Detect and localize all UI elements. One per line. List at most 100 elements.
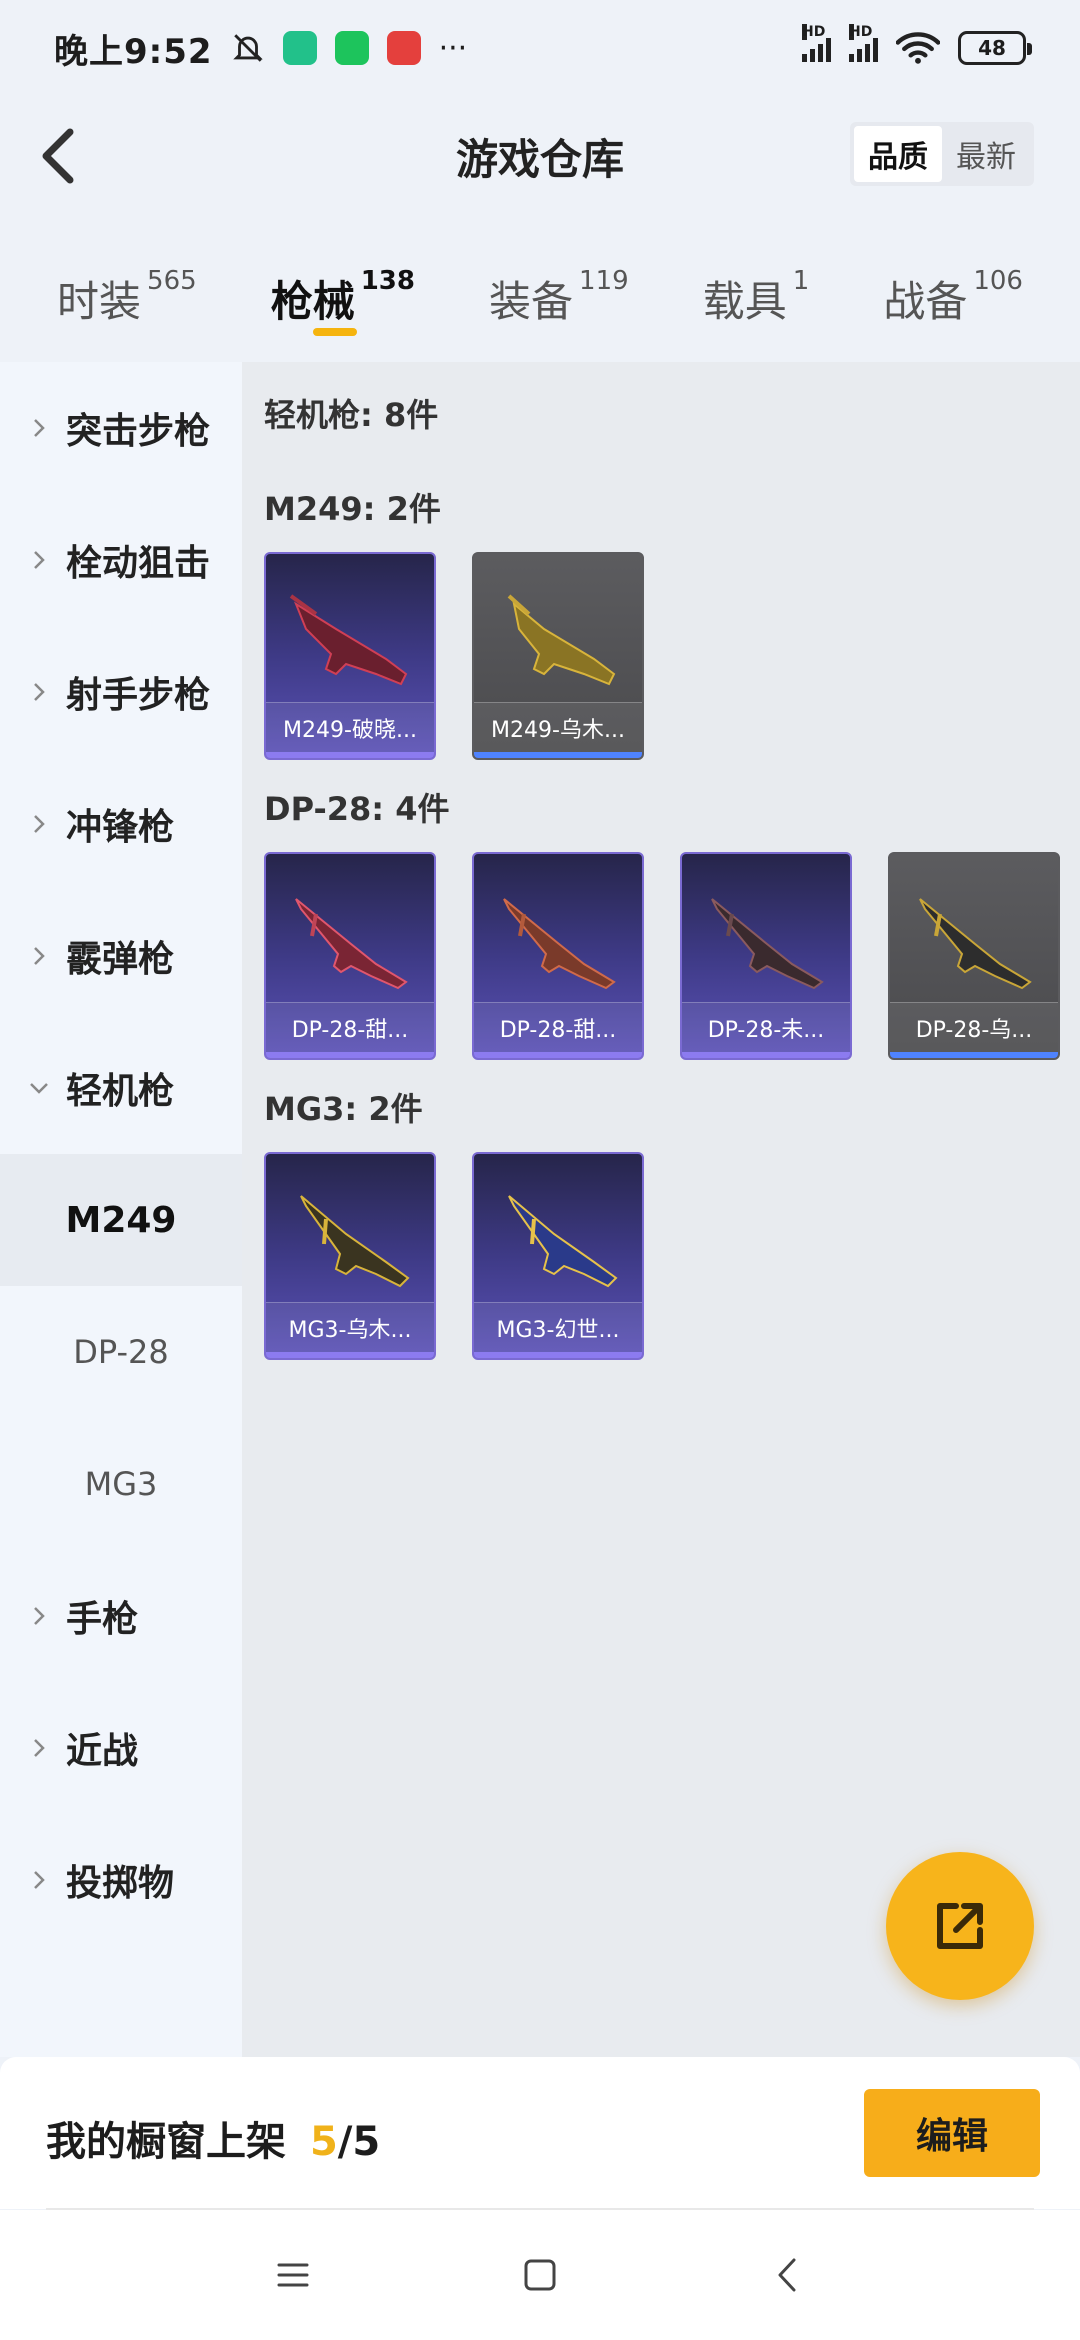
sidebar-item-label: 冲锋枪: [66, 807, 175, 848]
sidebar-subitem-dp28[interactable]: DP-28: [0, 1286, 242, 1418]
skin-name: DP-28-甜...: [266, 1002, 434, 1052]
sidebar-item-bolt-sniper[interactable]: 栓动狙击: [0, 494, 242, 626]
sidebar-item-label: 霰弹枪: [66, 939, 175, 980]
skin-card[interactable]: DP-28-未...: [680, 852, 852, 1060]
tab-label: 战备: [883, 277, 968, 326]
iqiyi-app-icon: [334, 31, 369, 65]
rarity-stripe: [266, 1052, 434, 1058]
section-title: MG3: 2件: [264, 1090, 423, 1128]
sidebar-item-label: 栓动狙击: [66, 543, 211, 584]
item-grid: DP-28-甜... DP-28-甜... DP-28-未... DP-28-乌…: [264, 852, 1080, 1060]
system-nav-bar: [0, 2210, 1080, 2340]
security-app-icon: [282, 31, 317, 65]
rarity-stripe: [474, 1052, 642, 1058]
gun-image: [300, 1195, 410, 1288]
chevron-right-icon: [24, 813, 54, 835]
share-external-icon: [937, 1903, 983, 1949]
header: 游戏仓库 品质 最新: [0, 96, 1080, 214]
sidebar-item-assault-rifle[interactable]: 突击步枪: [0, 362, 242, 494]
chevron-right-icon: [24, 1737, 54, 1759]
status-bar: 晚上9:52 ··· HD HD 48: [0, 0, 1080, 96]
item-grid: MG3-乌木... MG3-幻世...: [264, 1152, 1080, 1360]
chevron-right-icon: [24, 549, 54, 571]
skin-card[interactable]: DP-28-甜...: [472, 852, 644, 1060]
showcase-current-count: 5: [309, 2119, 338, 2165]
chevron-right-icon: [24, 681, 54, 703]
tab-vehicles[interactable]: 载具 1: [703, 250, 810, 350]
gun-image: [289, 594, 408, 686]
news-app-icon: [386, 31, 421, 65]
menu-nav-button[interactable]: [263, 2245, 323, 2305]
rarity-stripe: [266, 1352, 434, 1358]
tab-label: 枪械: [270, 277, 355, 326]
wifi-icon: [896, 32, 940, 64]
tab-gear[interactable]: 战备 106: [883, 250, 1023, 350]
chevron-right-icon: [24, 1605, 54, 1627]
sort-newest-button[interactable]: 最新: [942, 126, 1030, 182]
chevron-right-icon: [24, 417, 54, 439]
rarity-stripe: [474, 1352, 642, 1358]
skin-name: DP-28-甜...: [474, 1002, 642, 1052]
rarity-stripe: [266, 752, 434, 758]
skin-card[interactable]: MG3-幻世...: [472, 1152, 644, 1360]
back-nav-button[interactable]: [757, 2245, 817, 2305]
showcase-bar: 我的橱窗上架 5/5 编辑: [0, 2057, 1080, 2209]
skin-card[interactable]: M249-乌木...: [472, 552, 644, 760]
sidebar-item-lmg[interactable]: 轻机枪: [0, 1022, 242, 1154]
sidebar-item-pistol[interactable]: 手枪: [0, 1550, 242, 1682]
group-title: 轻机枪: 8件: [264, 396, 439, 434]
status-time: 晚上9:52: [54, 31, 213, 72]
sort-quality-button[interactable]: 品质: [854, 126, 942, 182]
skin-card[interactable]: DP-28-乌...: [888, 852, 1060, 1060]
chevron-down-icon: [24, 1081, 54, 1095]
bell-muted-icon: [232, 34, 263, 62]
rarity-stripe: [682, 1052, 850, 1058]
tab-guns[interactable]: 枪械 138: [271, 250, 415, 350]
gun-image: [919, 898, 1032, 990]
tab-count: 1: [792, 266, 810, 296]
signal-icon: HD: [802, 24, 831, 62]
tab-fashion[interactable]: 时装 565: [57, 250, 197, 350]
sort-toggle: 品质 最新: [850, 122, 1034, 186]
category-tabs: 时装 565 枪械 138 装备 119 载具 1 战备 106: [0, 250, 1080, 350]
skin-card[interactable]: DP-28-甜...: [264, 852, 436, 1060]
gun-image: [508, 1195, 618, 1288]
sidebar-item-shotgun[interactable]: 霰弹枪: [0, 890, 242, 1022]
signal-hd-label-2: HD: [849, 24, 873, 40]
sidebar-item-label: 射手步枪: [66, 675, 211, 716]
skin-card[interactable]: M249-破晓...: [264, 552, 436, 760]
skin-name: MG3-幻世...: [474, 1302, 642, 1352]
sidebar-subitem-mg3[interactable]: MG3: [0, 1418, 242, 1550]
chevron-right-icon: [24, 945, 54, 967]
showcase-total-count: /5: [337, 2119, 381, 2165]
back-chevron-icon: [778, 2258, 796, 2292]
gun-image: [711, 898, 824, 990]
battery-level: 48: [978, 36, 1006, 60]
sidebar-item-smg[interactable]: 冲锋枪: [0, 758, 242, 890]
sidebar-item-label: 投掷物: [66, 1863, 175, 1904]
sidebar-item-marksman-rifle[interactable]: 射手步枪: [0, 626, 242, 758]
skin-name: MG3-乌木...: [266, 1302, 434, 1352]
item-grid: M249-破晓... M249-乌木...: [264, 552, 1080, 760]
home-nav-button[interactable]: [510, 2245, 570, 2305]
showcase-label: 我的橱窗上架 5/5: [46, 2109, 380, 2167]
section-title: DP-28: 4件: [264, 790, 450, 828]
menu-icon: [277, 2263, 309, 2287]
sidebar-item-label: 突击步枪: [66, 411, 211, 452]
sidebar-subitem-m249[interactable]: M249: [0, 1154, 242, 1286]
sidebar-item-melee[interactable]: 近战: [0, 1682, 242, 1814]
weapon-category-sidebar: 突击步枪 栓动狙击 射手步枪 冲锋枪 霰弹枪 轻机枪 M249 DP-28 MG…: [0, 362, 242, 2057]
edit-button[interactable]: 编辑: [864, 2089, 1040, 2177]
signal-icon-2: HD: [849, 24, 878, 62]
gun-image: [507, 594, 616, 686]
tab-count: 138: [360, 266, 415, 296]
skin-card[interactable]: MG3-乌木...: [264, 1152, 436, 1360]
skin-name: M249-破晓...: [266, 702, 434, 752]
share-fab-button[interactable]: [886, 1852, 1034, 2000]
gun-image: [503, 898, 616, 990]
tab-equipment[interactable]: 装备 119: [489, 250, 629, 350]
sidebar-item-throwable[interactable]: 投掷物: [0, 1814, 242, 1946]
tab-label: 载具: [702, 277, 787, 326]
tab-count: 119: [579, 266, 629, 296]
rarity-stripe: [474, 752, 642, 758]
